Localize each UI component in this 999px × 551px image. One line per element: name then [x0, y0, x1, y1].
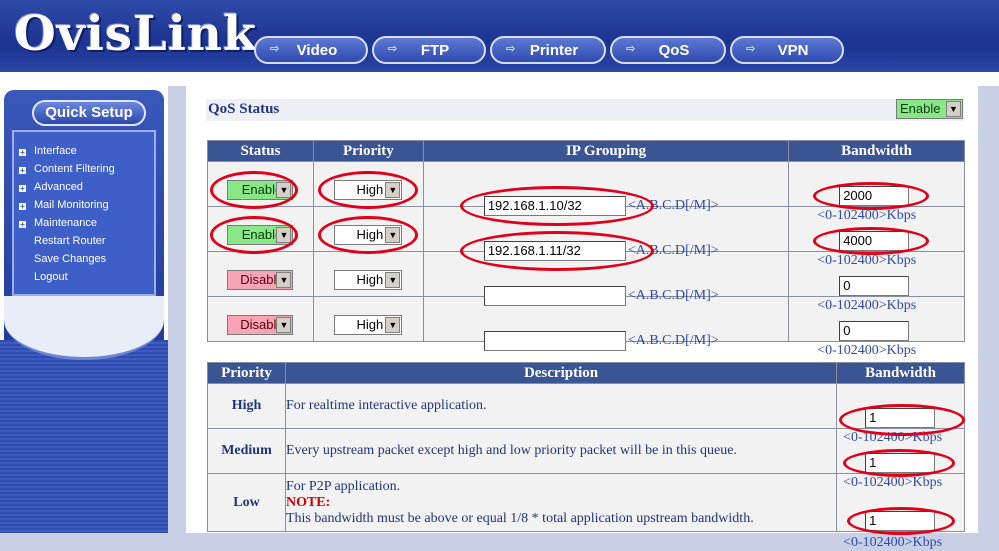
bandwidth-input[interactable]: 4000	[839, 231, 910, 251]
page-title: QoS Status	[208, 101, 280, 117]
ip-grouping-input[interactable]: 192.168.1.11/32	[483, 241, 626, 261]
sidebar-item-mail-monitoring[interactable]: Mail Monitoring	[34, 199, 109, 211]
priority-description: Every upstream packet except high and lo…	[284, 428, 838, 474]
sidebar-item-logout[interactable]: Logout	[34, 271, 68, 283]
top-header: OvisLink ⇨ Video ⇨ FTP ⇨ Printer ⇨ QoS ⇨ VPN	[0, 0, 999, 72]
sidebar-item-save-changes[interactable]: Save Changes	[34, 253, 106, 265]
sidebar-stripes	[0, 340, 168, 533]
col-header-bandwidth: Bandwidth	[788, 140, 965, 162]
priority-select[interactable]: High ▼	[334, 315, 403, 335]
plus-icon[interactable]: +	[19, 203, 26, 211]
chevron-down-icon: ▼	[946, 101, 961, 117]
sidebar-menu: + Interface + Content Filtering + Advanc…	[12, 130, 156, 296]
header-divider	[0, 72, 999, 86]
bandwidth-input[interactable]: 1	[865, 408, 936, 428]
chevron-down-icon: ▼	[276, 227, 292, 243]
nav-tab-ftp[interactable]: ⇨ FTP	[372, 36, 486, 64]
ip-grouping-input[interactable]	[483, 286, 626, 306]
col-header-description: Description	[284, 362, 838, 384]
nav-tab-vpn[interactable]: ⇨ VPN	[730, 36, 844, 64]
chevron-down-icon: ▼	[276, 182, 292, 198]
nav-tab-video[interactable]: ⇨ Video	[254, 36, 368, 64]
priority-label: Medium	[207, 428, 286, 474]
col-header-status: Status	[207, 140, 314, 162]
bandwidth-input[interactable]: 0	[839, 276, 910, 296]
bandwidth-input[interactable]: 0	[839, 321, 910, 341]
priority-select[interactable]: High ▼	[334, 180, 403, 200]
priority-label: High	[207, 383, 286, 429]
sidebar-item-maintenance[interactable]: Maintenance	[34, 217, 97, 229]
priority-description: For realtime interactive application.	[284, 383, 838, 429]
bandwidth-input[interactable]: 1	[865, 510, 936, 531]
note-label: NOTE:	[285, 494, 331, 510]
ovislink-logo: OvisLink	[14, 6, 258, 62]
plus-icon[interactable]: +	[19, 185, 26, 193]
priority-select[interactable]: High ▼	[334, 225, 403, 245]
priority-select[interactable]: High ▼	[334, 270, 403, 290]
ip-group-table: Status Priority IP Grouping Bandwidth En…	[207, 140, 965, 358]
col-header-priority: Priority	[207, 362, 286, 384]
qos-status-bar: QoS Status Enable ▼	[206, 99, 964, 121]
sidebar-item-interface[interactable]: Interface	[34, 145, 77, 157]
priority-label: Low	[207, 473, 286, 532]
chevron-down-icon: ▼	[385, 227, 401, 243]
status-select[interactable]: Enable ▼	[227, 225, 294, 245]
chevron-down-icon: ▼	[276, 272, 292, 288]
priority-table: Priority Description Bandwidth High For …	[207, 362, 966, 550]
col-header-bandwidth: Bandwidth	[836, 362, 965, 384]
status-select[interactable]: Disable ▼	[227, 315, 294, 335]
col-header-ip-grouping: IP Grouping	[422, 140, 790, 162]
main-content: QoS Status Enable ▼ Status Priority IP Gr…	[186, 86, 999, 550]
sidebar: Quick Setup + Interface + Content Filter…	[0, 86, 168, 533]
bandwidth-input[interactable]: 2000	[839, 186, 910, 206]
chevron-down-icon: ▼	[385, 317, 401, 333]
status-select[interactable]: Disable ▼	[227, 270, 294, 290]
sidebar-item-content-filtering[interactable]: Content Filtering	[34, 163, 115, 175]
sidebar-item-restart-router[interactable]: Restart Router	[34, 235, 106, 247]
table-row: High For realtime interactive applicatio…	[207, 383, 966, 445]
plus-icon[interactable]: +	[19, 167, 26, 175]
chevron-down-icon: ▼	[276, 317, 292, 333]
nav-tab-qos[interactable]: ⇨ QoS	[610, 36, 726, 64]
left-gutter	[168, 86, 186, 533]
note-text: This bandwidth must be above or equal 1/…	[285, 510, 754, 526]
table-row: Enable ▼ High ▼ 192.168.1.10/32 <A.B.C.D[/M…	[207, 161, 965, 226]
bandwidth-input[interactable]: 1	[865, 453, 936, 473]
ip-grouping-input[interactable]: 192.168.1.10/32	[483, 196, 626, 216]
quick-setup-button[interactable]: Quick Setup	[32, 100, 146, 126]
chevron-down-icon: ▼	[385, 272, 401, 288]
plus-icon[interactable]: +	[19, 221, 26, 229]
chevron-down-icon: ▼	[385, 182, 401, 198]
priority-description: For P2P application. NOTE: This bandwidt…	[284, 473, 838, 532]
ip-grouping-input[interactable]	[483, 331, 626, 351]
qos-status-select[interactable]: Enable ▼	[896, 99, 963, 119]
sidebar-item-advanced[interactable]: Advanced	[34, 181, 83, 193]
status-select[interactable]: Enable ▼	[227, 180, 294, 200]
nav-tab-printer[interactable]: ⇨ Printer	[490, 36, 606, 64]
col-header-priority: Priority	[312, 140, 424, 162]
right-gutter	[978, 86, 999, 533]
plus-icon[interactable]: +	[19, 149, 26, 157]
